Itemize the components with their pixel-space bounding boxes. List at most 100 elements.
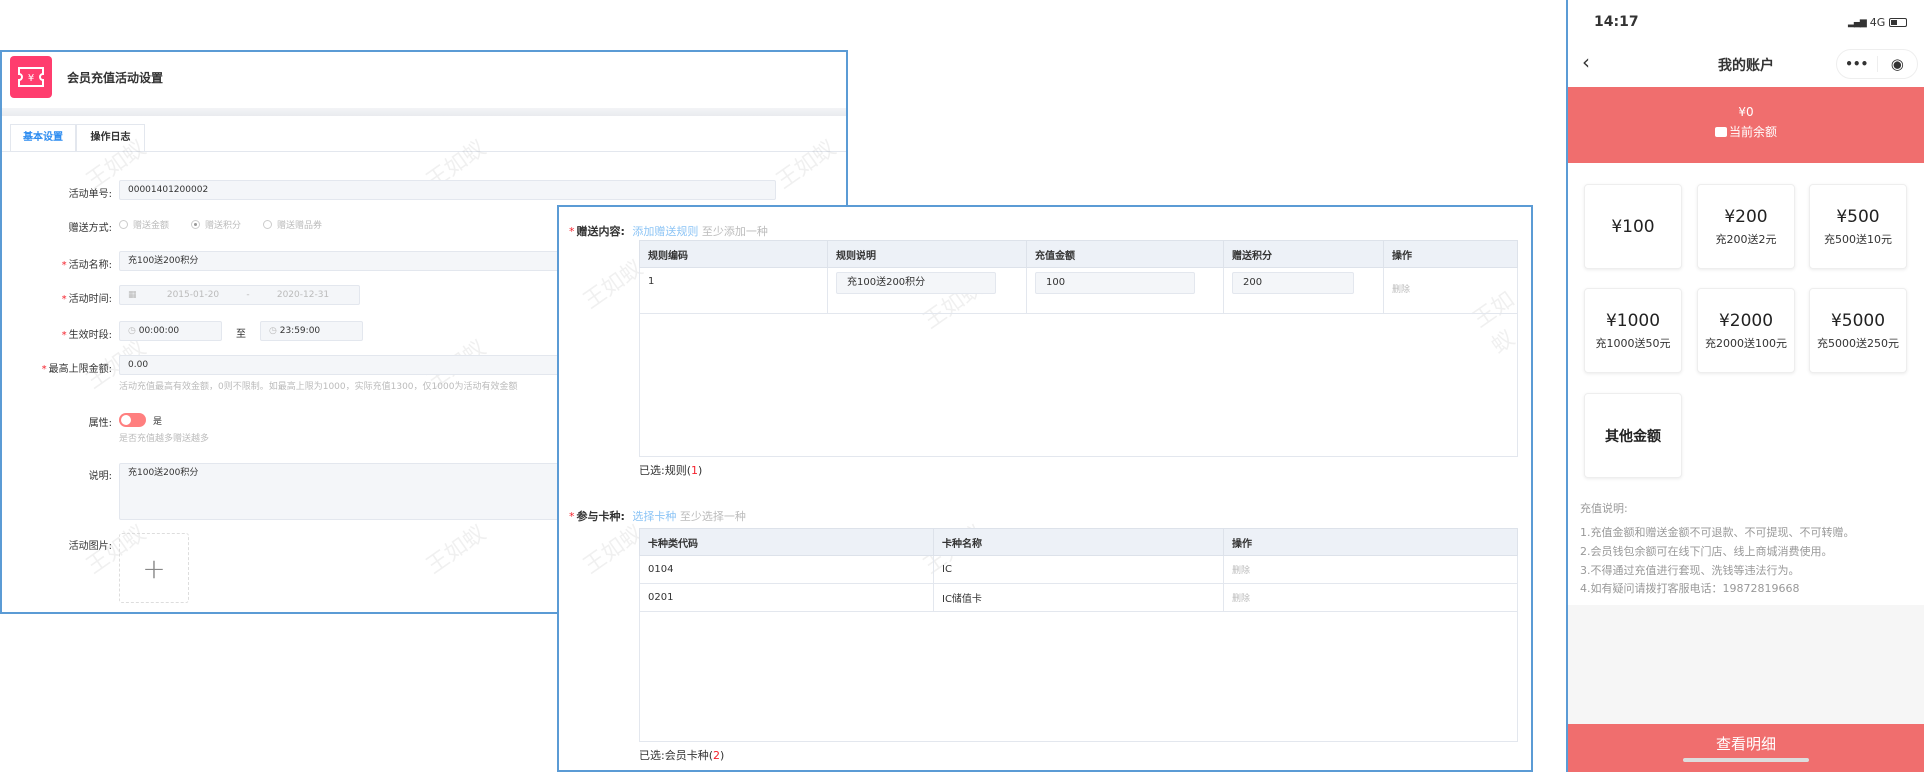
wallet-icon — [1714, 127, 1727, 137]
option-label: 赠送金额 — [133, 221, 170, 231]
gift-hint: 至少添加一种 — [701, 225, 768, 238]
option-amount: ¥5000 — [1830, 310, 1886, 331]
gift-mode-option-points[interactable]: 赠送积分 — [191, 218, 241, 231]
column-header: 规则编码 — [639, 240, 828, 268]
end-date: 2020-12-31 — [276, 290, 330, 300]
upload-image-button[interactable]: + — [119, 533, 189, 603]
close-target-icon[interactable]: ◉ — [1877, 55, 1917, 73]
recharge-option[interactable]: ¥100 — [1584, 184, 1682, 269]
gift-content-row: * 赠送内容: 添加赠送规则 至少添加一种 — [569, 225, 768, 238]
date-range-input[interactable]: ▦ 2015-01-20 - 2020-12-31 — [119, 285, 360, 305]
delete-rule-button[interactable]: 删除 — [1383, 267, 1518, 314]
column-header: 操作 — [1383, 240, 1518, 268]
tab-divider — [2, 151, 846, 152]
max-amount-hint: 活动充值最高有效金额，0则不限制。如最高上限为1000，实际充值1300，仅10… — [119, 382, 518, 392]
note-line: 1.充值金额和赠送金额不可退款、不可提现、不可转赠。 — [1580, 526, 1855, 539]
svg-text:¥: ¥ — [28, 73, 34, 84]
option-amount: ¥2000 — [1718, 310, 1774, 331]
watermark: 王如蚁 — [772, 135, 841, 195]
column-header: 操作 — [1223, 528, 1518, 556]
add-gift-rule-link[interactable]: 添加赠送规则 — [632, 225, 698, 238]
select-card-type-link[interactable]: 选择卡种 — [632, 510, 676, 523]
card-code: 0201 — [639, 583, 934, 612]
desc-label: 说明: — [88, 471, 112, 482]
balance-label-row: 当前余额 — [1568, 123, 1924, 140]
empty-area — [1568, 605, 1924, 724]
gift-rules-table: 规则编码 规则说明 充值金额 赠送积分 操作 1 充100送200积分 100 … — [639, 240, 1518, 314]
note-line: 2.会员钱包余额可在线下门店、线上商城消费使用。 — [1580, 545, 1833, 558]
recharge-option[interactable]: ¥500 充500送10元 — [1809, 184, 1907, 269]
notes-title: 充值说明: — [1580, 502, 1628, 515]
recharge-option[interactable]: ¥5000 充5000送250元 — [1809, 288, 1907, 373]
column-header: 赠送积分 — [1223, 240, 1384, 268]
card-name: IC储值卡 — [933, 583, 1224, 612]
recharge-option[interactable]: ¥1000 充1000送50元 — [1584, 288, 1682, 373]
card-types-table: 卡种类代码 卡种名称 操作 0104 IC 删除 0201 IC储值卡 删除 — [639, 528, 1518, 612]
period-start-input[interactable]: ◷ 00:00:00 — [119, 321, 222, 341]
delete-card-button[interactable]: 删除 — [1223, 583, 1518, 612]
capsule-menu: ••• ◉ — [1836, 49, 1918, 79]
gift-mode-option-amount[interactable]: 赠送金额 — [119, 218, 169, 231]
mobile-account-screen: 14:17 ▂▄▆ 4G ‹ 我的账户 ••• ◉ ¥0 当前余额 ¥100 ¥… — [1566, 0, 1924, 772]
date-separator: - — [246, 290, 250, 300]
table-row: 0201 IC储值卡 删除 — [639, 583, 1518, 612]
note-line: 4.如有疑问请拨打客服电话：19872819668 — [1580, 582, 1800, 595]
rule-code: 1 — [639, 267, 828, 314]
recharge-amount-input[interactable]: 100 — [1035, 272, 1195, 294]
page-title: 会员充值活动设置 — [67, 71, 164, 85]
column-header: 卡种名称 — [933, 528, 1224, 556]
coupon-logo-icon: ¥ — [10, 56, 52, 98]
more-icon[interactable]: ••• — [1837, 57, 1877, 71]
table-row: 0104 IC 删除 — [639, 555, 1518, 584]
watermark: 王如蚁 — [422, 520, 491, 580]
card-code: 0104 — [639, 555, 934, 584]
option-amount: ¥500 — [1836, 206, 1880, 227]
home-indicator — [1683, 758, 1809, 762]
recharge-option[interactable]: ¥200 充200送2元 — [1697, 184, 1795, 269]
image-label: 活动图片: — [68, 541, 112, 552]
delete-card-button[interactable]: 删除 — [1223, 555, 1518, 584]
gift-mode-radio-group: 赠送金额 赠送积分 赠送赠品券 — [119, 218, 322, 231]
clock-icon: ◷ — [128, 326, 139, 336]
column-header: 充值金额 — [1026, 240, 1224, 268]
table-row: 1 充100送200积分 100 200 删除 — [639, 267, 1518, 314]
rules-panel: 王如蚁 王如蚁 王如蚁 王如蚁 王如蚁 *赠送内容: 添加赠送规则 至少添加一种… — [557, 205, 1533, 772]
option-bonus: 充5000送250元 — [1817, 336, 1899, 350]
card-name: IC — [933, 555, 1224, 584]
order-no-input[interactable]: 00001401200002 — [119, 180, 776, 200]
time-label: * 活动时间: — [61, 294, 112, 305]
calendar-icon: ▦ — [128, 290, 137, 300]
gift-mode-label: 赠送方式: — [68, 223, 112, 234]
attribute-toggle[interactable] — [119, 413, 146, 427]
rule-desc-input[interactable]: 充100送200积分 — [836, 272, 996, 294]
option-bonus: 充500送10元 — [1824, 232, 1892, 246]
card-hint: 至少选择一种 — [679, 510, 746, 523]
other-amount-option[interactable]: 其他金额 — [1584, 393, 1682, 478]
gift-mode-option-voucher[interactable]: 赠送赠品券 — [263, 218, 322, 231]
gift-content-label: 赠送内容: — [576, 225, 625, 238]
period-end-input[interactable]: ◷ 23:59:00 — [260, 321, 363, 341]
recharge-option[interactable]: ¥2000 充2000送100元 — [1697, 288, 1795, 373]
selected-rules-count: 已选:规则(1) — [639, 464, 703, 477]
order-no-label: 活动单号: — [68, 189, 112, 200]
view-details-button[interactable]: 查看明细 — [1568, 724, 1924, 772]
gift-points-input[interactable]: 200 — [1232, 272, 1354, 294]
selected-cards-count: 已选:会员卡种(2) — [639, 749, 725, 762]
column-header: 卡种类代码 — [639, 528, 934, 556]
watermark: 王如蚁 — [579, 520, 648, 580]
option-bonus: 充2000送100元 — [1705, 336, 1787, 350]
clock-icon: ◷ — [269, 326, 280, 336]
signal-icon: ▂▄▆ — [1848, 17, 1867, 28]
status-time: 14:17 — [1594, 14, 1639, 30]
balance-banner: ¥0 当前余额 — [1568, 87, 1924, 163]
card-type-row: * 参与卡种: 选择卡种 至少选择一种 — [569, 510, 746, 523]
tab-operation-log[interactable]: 操作日志 — [76, 124, 145, 151]
option-bonus: 充1000送50元 — [1595, 336, 1671, 350]
radio-icon — [119, 220, 128, 229]
max-amount-label: * 最高上限金额: — [41, 364, 112, 375]
radio-icon — [263, 220, 273, 229]
attribute-label: 属性: — [88, 418, 112, 429]
tab-basic-settings[interactable]: 基本设置 — [10, 124, 76, 151]
note-line: 3.不得通过充值进行套现、洗钱等违法行为。 — [1580, 564, 1800, 577]
period-to-label: 至 — [236, 329, 246, 340]
